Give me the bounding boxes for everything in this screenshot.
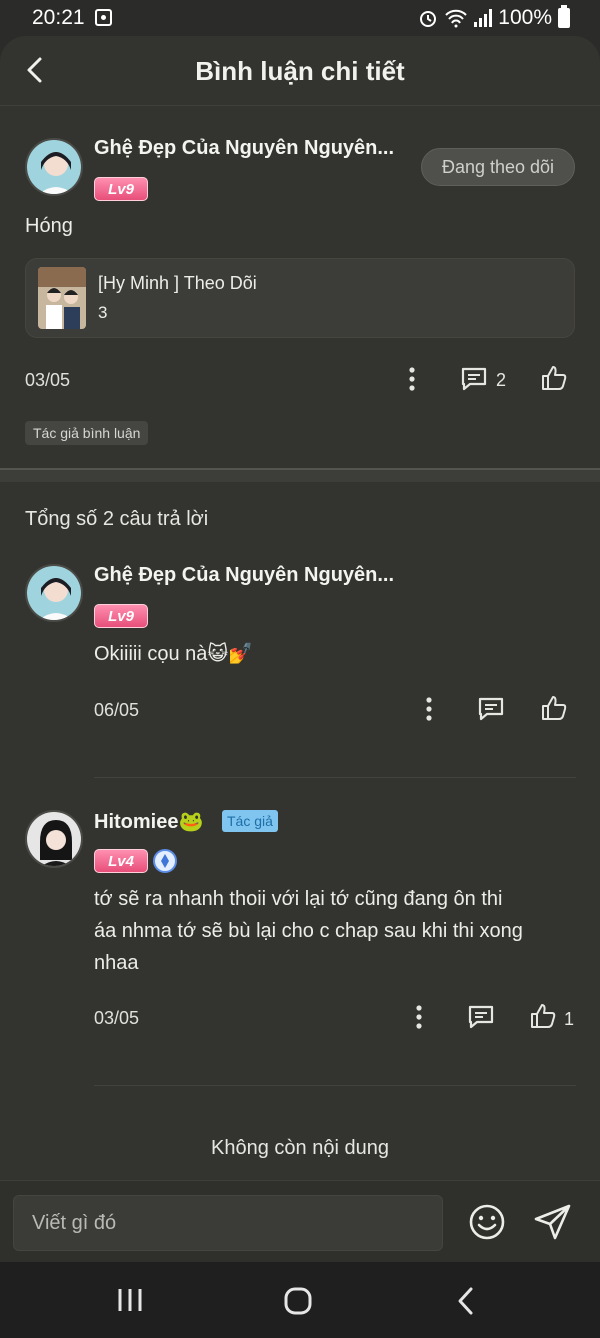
comment-username[interactable]: Ghệ Đẹp Của Nguyên Nguyên... <box>94 137 394 160</box>
top-bar: Bình luận chi tiết <box>0 36 600 106</box>
reply-username[interactable]: Ghệ Đẹp Của Nguyên Nguyên... <box>94 564 394 587</box>
reply-username[interactable]: Hitomiee🐸 <box>94 809 203 834</box>
battery-icon <box>558 5 570 28</box>
comment-detail-screen: Bình luận chi tiết Ghệ Đẹp Của Nguyên Ng… <box>0 36 600 1262</box>
reply-icon[interactable] <box>467 1004 495 1030</box>
like-icon[interactable] <box>529 1002 557 1030</box>
avatar[interactable] <box>25 564 83 622</box>
like-count: 1 <box>564 1009 575 1029</box>
reply-separator <box>94 777 576 778</box>
status-indicators: 100% <box>418 5 570 30</box>
signal-icon <box>474 9 493 27</box>
status-bar: 20:21 100% <box>0 0 600 36</box>
sim-icon <box>95 9 112 26</box>
more-options-icon[interactable] <box>419 696 439 722</box>
chapter-thumbnail <box>38 267 86 329</box>
reply-separator <box>94 1085 576 1086</box>
recent-apps-icon[interactable] <box>116 1286 144 1314</box>
chapter-title: [Hy Minh ] Theo Dõi <box>98 273 257 293</box>
reply-icon[interactable] <box>477 696 505 722</box>
reply-icon[interactable] <box>460 366 488 392</box>
more-options-icon[interactable] <box>402 366 422 392</box>
level-badge: Lv9 <box>94 177 148 201</box>
reply-text: Okiiiii cọu nà😺💅 <box>94 643 254 665</box>
section-divider <box>0 468 600 482</box>
comment-date: 03/05 <box>25 370 71 390</box>
battery-percent: 100% <box>498 6 552 29</box>
home-icon[interactable] <box>283 1286 313 1316</box>
send-icon[interactable] <box>533 1203 573 1241</box>
emoji-icon[interactable] <box>468 1203 506 1241</box>
following-button[interactable]: Đang theo dõi <box>421 148 575 186</box>
like-icon[interactable] <box>540 364 568 392</box>
page-title: Bình luận chi tiết <box>195 56 405 86</box>
more-options-icon[interactable] <box>409 1004 429 1030</box>
avatar[interactable] <box>25 138 83 196</box>
avatar[interactable] <box>25 810 83 868</box>
level-badge: Lv4 <box>94 849 148 873</box>
replies-count: Tổng số 2 câu trả lời <box>25 508 209 530</box>
author-badge: Tác giả <box>222 810 278 832</box>
linked-chapter-card[interactable]: [Hy Minh ] Theo Dõi 3 <box>25 258 575 338</box>
verified-badge-icon <box>153 849 177 873</box>
comment-text: Hóng <box>25 215 73 237</box>
comment-author-tag: Tác giả bình luận <box>25 421 149 445</box>
system-navigation-bar <box>0 1262 600 1338</box>
reply-date: 06/05 <box>94 700 140 720</box>
status-time: 20:21 <box>32 6 85 29</box>
comment-composer: Viết gì đó <box>0 1180 600 1262</box>
back-nav-icon[interactable] <box>454 1286 478 1316</box>
reply-text-line: áa nhma tớ sẽ bù lại cho c chap sau khi … <box>94 920 523 942</box>
reply-count: 2 <box>496 370 507 390</box>
wifi-icon <box>445 9 467 28</box>
comment-input[interactable]: Viết gì đó <box>13 1195 443 1251</box>
reply-date: 03/05 <box>94 1008 140 1028</box>
like-icon[interactable] <box>540 694 568 722</box>
reply-text-line: tớ sẽ ra nhanh thoii với lại tớ cũng đan… <box>94 888 503 910</box>
end-of-content-label: Không còn nội dung <box>211 1137 389 1159</box>
alarm-icon <box>420 11 437 27</box>
reply-text-line: nhaa <box>94 952 139 974</box>
chapter-number: 3 <box>98 303 108 322</box>
level-badge: Lv9 <box>94 604 148 628</box>
